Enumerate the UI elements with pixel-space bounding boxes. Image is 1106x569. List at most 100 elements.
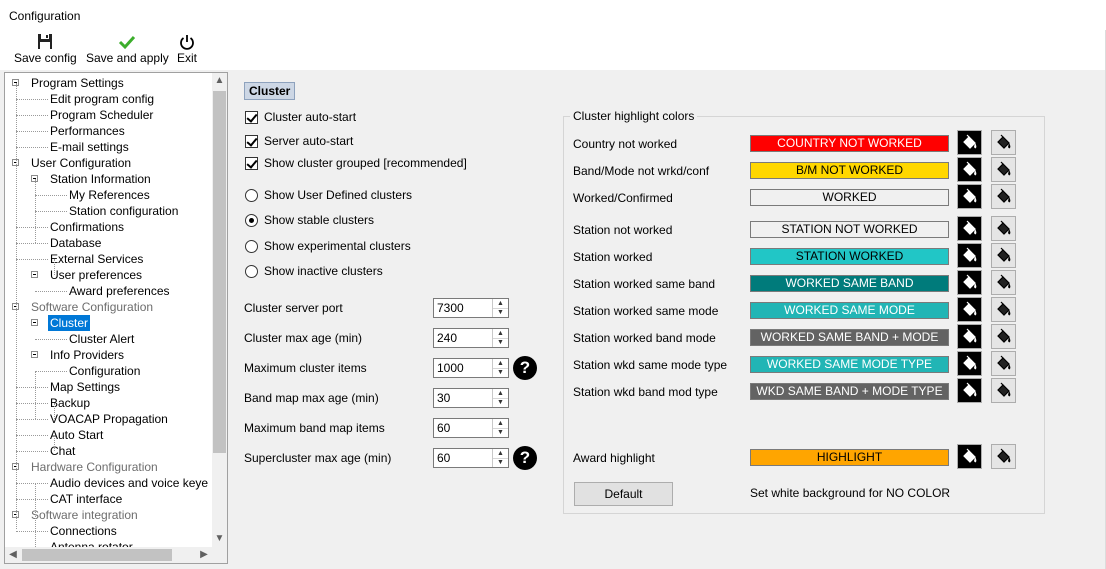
help-icon[interactable]: ?	[513, 446, 537, 470]
background-color-bucket-icon[interactable]	[957, 270, 982, 295]
tree-item[interactable]: Performances	[50, 123, 125, 139]
number-spinner[interactable]: 240 ▲ ▼	[433, 328, 509, 348]
tree-item[interactable]: Auto Start	[50, 427, 103, 443]
checkbox[interactable]	[245, 135, 258, 148]
spinner-value[interactable]: 30	[437, 391, 450, 405]
number-spinner[interactable]: 7300 ▲ ▼	[433, 298, 509, 318]
tree-collapse-icon[interactable]	[31, 351, 38, 358]
tree-item[interactable]: Cluster Alert	[69, 331, 134, 347]
text-color-bucket-icon[interactable]	[991, 130, 1016, 155]
number-spinner[interactable]: 1000 ▲ ▼	[433, 358, 509, 378]
tree-item[interactable]: Program Scheduler	[50, 107, 153, 123]
background-color-bucket-icon[interactable]	[957, 243, 982, 268]
tree-item[interactable]: Software Configuration	[31, 299, 153, 315]
scroll-right-icon[interactable]: ▶	[196, 547, 212, 563]
background-color-bucket-icon[interactable]	[957, 297, 982, 322]
text-color-bucket-icon[interactable]	[991, 216, 1016, 241]
tree-item[interactable]: Program Settings	[31, 75, 124, 91]
tree-item[interactable]: VOACAP Propagation	[50, 411, 168, 427]
scroll-up-icon[interactable]: ▲	[212, 73, 227, 89]
text-color-bucket-icon[interactable]	[991, 324, 1016, 349]
spinner-value[interactable]: 60	[437, 421, 450, 435]
color-row-label: Worked/Confirmed	[573, 191, 673, 205]
text-color-bucket-icon[interactable]	[991, 270, 1016, 295]
text-color-bucket-icon[interactable]	[991, 157, 1016, 182]
tree-item[interactable]: Edit program config	[50, 91, 154, 107]
number-spinner[interactable]: 60 ▲ ▼	[433, 448, 509, 468]
text-color-bucket-icon[interactable]	[991, 378, 1016, 403]
tree-item[interactable]: Audio devices and voice keye	[50, 475, 208, 491]
radio-button[interactable]	[245, 240, 258, 253]
text-color-bucket-icon[interactable]	[991, 243, 1016, 268]
tree-item[interactable]: Award preferences	[69, 283, 170, 299]
radio-button[interactable]	[245, 214, 258, 227]
exit-button[interactable]: Exit	[176, 33, 198, 65]
tree-vertical-scrollbar[interactable]: ▲ ▼	[212, 73, 227, 547]
spin-down-icon[interactable]: ▼	[493, 308, 508, 317]
spinner-value[interactable]: 7300	[437, 301, 464, 315]
background-color-bucket-icon[interactable]	[957, 184, 982, 209]
tree-item[interactable]: User preferences	[50, 267, 142, 283]
background-color-bucket-icon[interactable]	[957, 216, 982, 241]
tree-item[interactable]: Backup	[50, 395, 90, 411]
color-swatch: COUNTRY NOT WORKED	[750, 135, 949, 152]
background-color-bucket-icon[interactable]	[957, 324, 982, 349]
default-button[interactable]: Default	[574, 482, 673, 506]
text-color-bucket-icon[interactable]	[991, 444, 1016, 469]
tree-collapse-icon[interactable]	[31, 319, 38, 326]
tree-item[interactable]: Database	[50, 235, 101, 251]
tree-collapse-icon[interactable]	[31, 271, 38, 278]
checkmark-icon	[118, 35, 136, 50]
spinner-value[interactable]: 60	[437, 451, 450, 465]
tree-item[interactable]: Map Settings	[50, 379, 120, 395]
text-color-bucket-icon[interactable]	[991, 297, 1016, 322]
save-and-apply-button[interactable]: Save and apply	[86, 33, 169, 65]
spin-down-icon[interactable]: ▼	[493, 338, 508, 347]
tree-item[interactable]: My References	[69, 187, 150, 203]
scroll-thumb-horizontal[interactable]	[22, 549, 172, 561]
spin-down-icon[interactable]: ▼	[493, 458, 508, 467]
tree-item[interactable]: Confirmations	[50, 219, 124, 235]
text-color-bucket-icon[interactable]	[991, 351, 1016, 376]
tree-item[interactable]: Configuration	[69, 363, 140, 379]
checkbox[interactable]	[245, 157, 258, 170]
tree-item[interactable]: Antenna rotator	[50, 539, 133, 547]
radio-button[interactable]	[245, 189, 258, 202]
spinner-value[interactable]: 240	[437, 331, 457, 345]
help-icon[interactable]: ?	[513, 356, 537, 380]
tree-item[interactable]: External Services	[50, 251, 143, 267]
background-color-bucket-icon[interactable]	[957, 130, 982, 155]
background-color-bucket-icon[interactable]	[957, 157, 982, 182]
scroll-down-icon[interactable]: ▼	[212, 531, 227, 547]
tree-item[interactable]: Station Information	[50, 171, 151, 187]
tree-item[interactable]: Software integration	[31, 507, 138, 523]
spin-down-icon[interactable]: ▼	[493, 428, 508, 437]
tree-item[interactable]: Cluster	[48, 315, 91, 331]
number-spinner[interactable]: 30 ▲ ▼	[433, 388, 509, 408]
spinner-value[interactable]: 1000	[437, 361, 464, 375]
tree-connector	[16, 243, 48, 244]
background-color-bucket-icon[interactable]	[957, 351, 982, 376]
text-color-bucket-icon[interactable]	[991, 184, 1016, 209]
tree-horizontal-scrollbar[interactable]: ◀ ▶	[5, 547, 227, 563]
tree-item[interactable]: E-mail settings	[50, 139, 129, 155]
spin-down-icon[interactable]: ▼	[493, 368, 508, 377]
tree-item[interactable]: Hardware Configuration	[31, 459, 158, 475]
spin-down-icon[interactable]: ▼	[493, 398, 508, 407]
background-color-bucket-icon[interactable]	[957, 378, 982, 403]
tree-item[interactable]: CAT interface	[50, 491, 122, 507]
tree-item[interactable]: Info Providers	[50, 347, 124, 363]
field-label: Supercluster max age (min)	[244, 451, 392, 465]
number-spinner[interactable]: 60 ▲ ▼	[433, 418, 509, 438]
scroll-thumb[interactable]	[213, 91, 226, 453]
tree-item[interactable]: Station configuration	[69, 203, 178, 219]
save-config-button[interactable]: Save config	[14, 33, 77, 65]
background-color-bucket-icon[interactable]	[957, 444, 982, 469]
tree-item[interactable]: User Configuration	[31, 155, 131, 171]
radio-button[interactable]	[245, 265, 258, 278]
tree-item[interactable]: Connections	[50, 523, 117, 539]
checkbox[interactable]	[245, 111, 258, 124]
settings-tree[interactable]: Program Settings Edit program config Progr…	[4, 72, 228, 564]
scroll-left-icon[interactable]: ◀	[5, 547, 21, 563]
color-row-label: Band/Mode not wrkd/conf	[573, 164, 710, 178]
